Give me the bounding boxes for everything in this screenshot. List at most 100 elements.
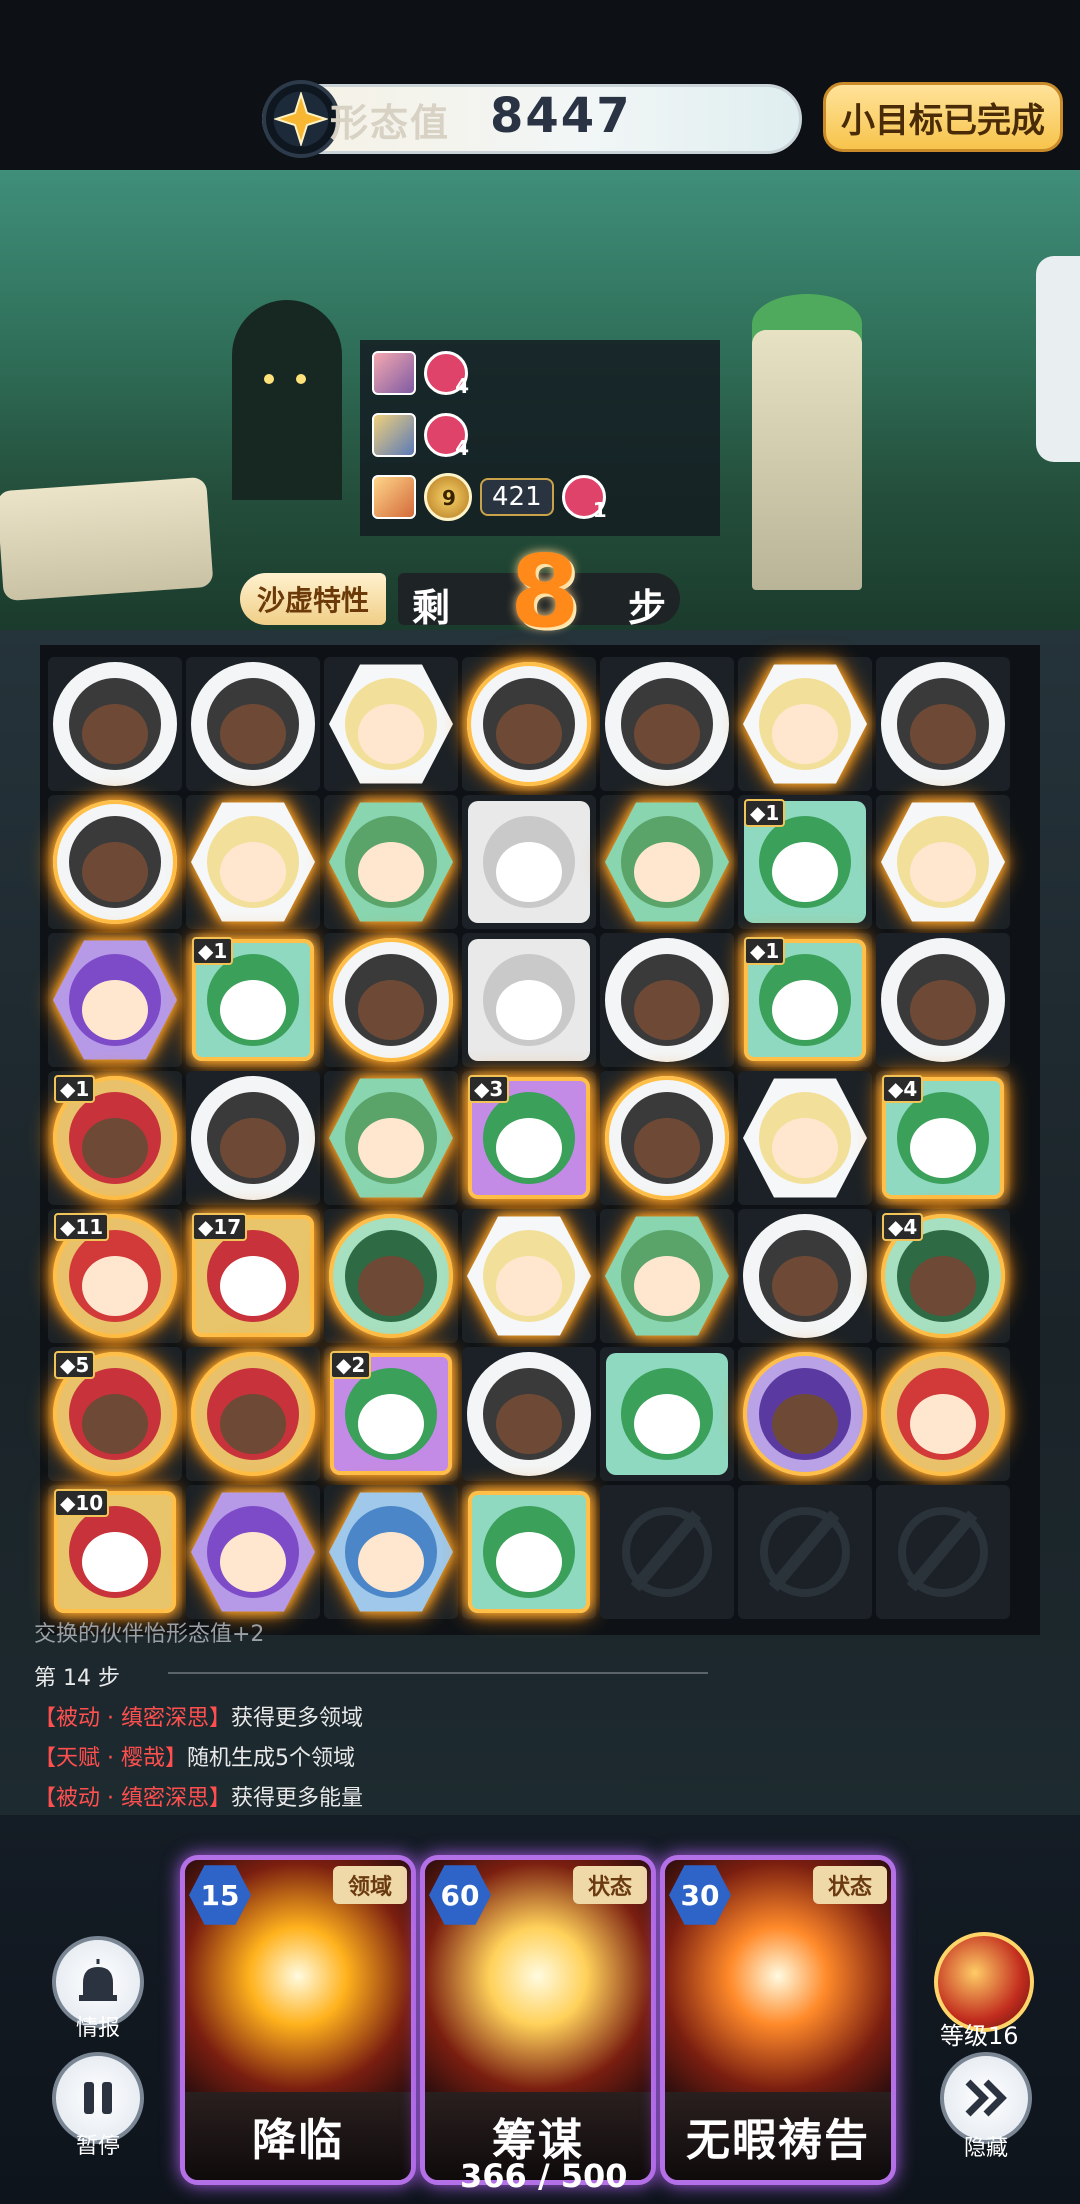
blonde-tile[interactable]: [742, 661, 868, 787]
board-cell[interactable]: ◆4: [876, 1209, 1010, 1343]
board-cell[interactable]: [876, 1347, 1010, 1481]
ox-tile[interactable]: [880, 661, 1006, 787]
board-cell[interactable]: [876, 795, 1010, 929]
character-face: [772, 979, 838, 1040]
board-cell[interactable]: [324, 933, 458, 1067]
tile-level-badge: ◆17: [192, 1213, 248, 1241]
board-cell[interactable]: [600, 657, 734, 791]
board-cell[interactable]: ◆17: [186, 1209, 320, 1343]
blue-knight-portrait: [329, 1492, 453, 1612]
board-cell[interactable]: [324, 795, 458, 929]
trait-button[interactable]: 沙虚特性: [240, 573, 386, 625]
buff-row: 4: [372, 410, 469, 460]
board-cell[interactable]: [186, 657, 320, 791]
board-cell[interactable]: [462, 1485, 596, 1619]
board-cell[interactable]: [462, 1347, 596, 1481]
board-cell[interactable]: [462, 933, 596, 1067]
green-elf-tile[interactable]: [328, 799, 454, 925]
board-cell[interactable]: [186, 1485, 320, 1619]
blonde-tile[interactable]: [742, 1075, 868, 1201]
ox-tile[interactable]: [466, 661, 592, 787]
board-cell[interactable]: [600, 1209, 734, 1343]
green-elf-tile[interactable]: [328, 1075, 454, 1201]
character-face: [496, 841, 562, 902]
white-dog-tile[interactable]: [466, 937, 592, 1063]
skill-card[interactable]: 60 状态 筹谋: [420, 1855, 656, 2185]
green-ox-tile[interactable]: [328, 1213, 454, 1339]
steps-remaining: 8: [510, 533, 580, 650]
purple-knight-tile[interactable]: [52, 937, 178, 1063]
ox-tile[interactable]: [190, 661, 316, 787]
board-cell[interactable]: [186, 795, 320, 929]
board-cell[interactable]: [324, 657, 458, 791]
blonde-tile[interactable]: [328, 661, 454, 787]
ox-tile[interactable]: [604, 661, 730, 787]
board-cell[interactable]: [48, 933, 182, 1067]
board-cell[interactable]: [462, 795, 596, 929]
board-cell[interactable]: [600, 1347, 734, 1481]
board-cell[interactable]: [600, 795, 734, 929]
blue-knight-tile[interactable]: [328, 1489, 454, 1615]
purple-knight-tile[interactable]: [190, 1489, 316, 1615]
ox-portrait: [881, 662, 1005, 786]
board-cell[interactable]: ◆11: [48, 1209, 182, 1343]
board-cell[interactable]: [324, 1209, 458, 1343]
ox-tile[interactable]: [604, 937, 730, 1063]
board-cell[interactable]: [462, 1209, 596, 1343]
blonde-tile[interactable]: [880, 799, 1006, 925]
board-cell[interactable]: [738, 1071, 872, 1205]
board-cell[interactable]: ◆10: [48, 1485, 182, 1619]
board-cell[interactable]: ◆1: [738, 795, 872, 929]
green-elf-tile[interactable]: [604, 799, 730, 925]
board-cell[interactable]: [462, 657, 596, 791]
ox-tile[interactable]: [466, 1351, 592, 1477]
board-cell[interactable]: [186, 1347, 320, 1481]
board-cell[interactable]: [324, 1485, 458, 1619]
board-cell[interactable]: ◆2: [324, 1347, 458, 1481]
white-dog-tile[interactable]: [466, 799, 592, 925]
blonde-tile[interactable]: [466, 1213, 592, 1339]
board-cell[interactable]: ◆5: [48, 1347, 182, 1481]
red-ox-tile[interactable]: [190, 1351, 316, 1477]
green-elf-tile[interactable]: [604, 1213, 730, 1339]
ox-tile[interactable]: [604, 1075, 730, 1201]
board-cell[interactable]: ◆4: [876, 1071, 1010, 1205]
board-cell[interactable]: [48, 657, 182, 791]
board-cell[interactable]: ◆3: [462, 1071, 596, 1205]
ox-tile[interactable]: [190, 1075, 316, 1201]
board-cell[interactable]: [738, 1209, 872, 1343]
board-cell[interactable]: [324, 1071, 458, 1205]
ox-tile[interactable]: [742, 1213, 868, 1339]
skill-card[interactable]: 15 领域 降临: [180, 1855, 416, 2185]
character-face: [82, 979, 148, 1040]
board-cell[interactable]: ◆1: [186, 933, 320, 1067]
green-dog-tile[interactable]: [604, 1351, 730, 1477]
ox-tile[interactable]: [328, 937, 454, 1063]
board-cell[interactable]: [600, 933, 734, 1067]
board-cell[interactable]: [738, 657, 872, 791]
ox-tile[interactable]: [880, 937, 1006, 1063]
ox-tile[interactable]: [52, 661, 178, 787]
board-cell[interactable]: ◆1: [48, 1071, 182, 1205]
purple-ox-tile[interactable]: [742, 1351, 868, 1477]
ox-tile[interactable]: [52, 799, 178, 925]
board-cell[interactable]: [738, 1347, 872, 1481]
board-cell[interactable]: [876, 933, 1010, 1067]
green-dog-tile[interactable]: [466, 1489, 592, 1615]
board-cell[interactable]: ◆1: [738, 933, 872, 1067]
board-cell[interactable]: [876, 657, 1010, 791]
goal-complete-button[interactable]: 小目标已完成: [823, 82, 1063, 152]
board-cell[interactable]: [600, 1071, 734, 1205]
board-cell[interactable]: [186, 1071, 320, 1205]
energy-counter: 366 / 500: [460, 2157, 628, 2195]
character-face: [358, 1531, 424, 1592]
skill-card[interactable]: 30 状态 无暇祷告: [660, 1855, 896, 2185]
locked-cell: [738, 1485, 872, 1619]
character-face: [358, 1255, 424, 1316]
side-panel-tab[interactable]: [1036, 256, 1080, 462]
ally-portrait: [372, 413, 416, 457]
level-label: 等级16: [940, 2022, 1019, 2050]
red-knight-tile[interactable]: [880, 1351, 1006, 1477]
board-cell[interactable]: [48, 795, 182, 929]
blonde-tile[interactable]: [190, 799, 316, 925]
